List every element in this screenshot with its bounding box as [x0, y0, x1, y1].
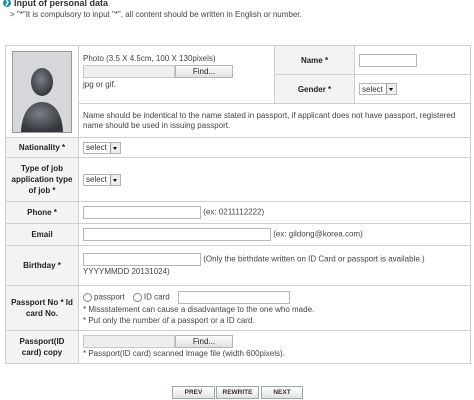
birthday-hint: (Only the birthdate written on ID Card o…: [203, 254, 425, 264]
dropdown-arrow-icon: [385, 84, 396, 94]
name-input[interactable]: [359, 53, 417, 67]
chevron-right-icon: ❯: [3, 0, 11, 7]
email-input[interactable]: [83, 228, 271, 241]
phone-hint: (ex: 0211112222): [203, 207, 265, 217]
dropdown-arrow-icon: [109, 142, 120, 153]
passport-copy-file-field[interactable]: [83, 334, 175, 348]
birthday-cell: (Only the birthdate written on ID Card o…: [78, 245, 471, 286]
photo-placeholder: [12, 50, 72, 133]
passport-no-label: Passport No * Id card No.: [5, 285, 79, 331]
gender-cell: select: [354, 74, 471, 104]
birthday-input[interactable]: [83, 253, 201, 266]
gender-select[interactable]: select: [359, 83, 397, 95]
email-hint: (ex: gildong@korea.com): [273, 229, 363, 239]
personal-data-form: Photo (3.5 X 4.5cm, 100 X 130pixels) Fin…: [5, 45, 471, 364]
id-card-radio[interactable]: [132, 292, 142, 302]
user-silhouette-icon: [13, 51, 71, 132]
passport-copy-note: * Passport(ID card) scanned Image file (…: [83, 348, 285, 358]
gender-selected: select: [362, 84, 383, 94]
section-title-text: Input of personal data: [14, 0, 109, 8]
job-selected: select: [86, 175, 107, 184]
nationality-label: Nationality *: [5, 137, 79, 158]
photo-find-button[interactable]: Find...: [175, 65, 233, 78]
id-card-radio-label: ID card: [143, 292, 170, 302]
section-header: ❯ Input of personal data > "*"It is comp…: [0, 0, 474, 44]
nationality-select[interactable]: select: [83, 141, 121, 154]
name-cell: [354, 45, 471, 75]
prev-button[interactable]: PREV: [172, 386, 215, 399]
phone-cell: (ex: 0211112222): [78, 201, 471, 224]
passport-note-1: * Missstatement can cause a disadvantage…: [83, 304, 315, 314]
email-label: Email: [5, 223, 79, 246]
next-button[interactable]: NEXT: [261, 386, 303, 399]
section-title: ❯ Input of personal data: [3, 0, 108, 8]
birthday-label: Birthday *: [5, 245, 79, 286]
compulsory-note-text: "*"It is compulsory to input "*", all co…: [16, 10, 302, 19]
photo-cell: [5, 45, 79, 138]
passport-radio[interactable]: [83, 292, 92, 302]
passport-radio-label: passport: [94, 292, 125, 302]
nationality-cell: select: [78, 137, 471, 158]
passport-no-cell: passport ID card * Missstatement can cau…: [78, 285, 471, 331]
gender-label: Gender *: [274, 74, 355, 104]
note-arrow-icon: >: [10, 10, 15, 19]
phone-label: Phone *: [5, 201, 79, 224]
birthday-format: YYYYMMDD 20131024): [83, 267, 170, 276]
photo-formats: jpg or gif.: [83, 80, 116, 89]
name-label: Name *: [274, 45, 355, 75]
passport-copy-find-button[interactable]: Find...: [175, 334, 233, 348]
email-cell: (ex: gildong@korea.com): [78, 223, 471, 246]
photo-upload-cell: Photo (3.5 X 4.5cm, 100 X 130pixels) Fin…: [78, 45, 275, 104]
rewrite-button[interactable]: REWRITE: [216, 386, 259, 399]
passport-no-input[interactable]: [177, 290, 290, 304]
name-note: Name should be indentical to the name st…: [78, 103, 471, 138]
job-label: Type of job application type of job *: [5, 157, 79, 202]
passport-note-2: * Put only the number of a passport or a…: [83, 315, 255, 325]
passport-copy-cell: Find... * Passport(ID card) scanned Imag…: [78, 330, 471, 364]
photo-file-field[interactable]: [83, 65, 175, 78]
phone-input[interactable]: [83, 206, 201, 219]
compulsory-note: > "*"It is compulsory to input "*", all …: [10, 10, 302, 19]
dropdown-arrow-icon: [109, 174, 120, 185]
job-select[interactable]: select: [83, 173, 121, 186]
job-cell: select: [78, 157, 471, 202]
nationality-selected: select: [86, 143, 107, 152]
passport-copy-label: Passport(ID card) copy: [5, 330, 79, 364]
photo-spec: Photo (3.5 X 4.5cm, 100 X 130pixels): [83, 54, 216, 63]
